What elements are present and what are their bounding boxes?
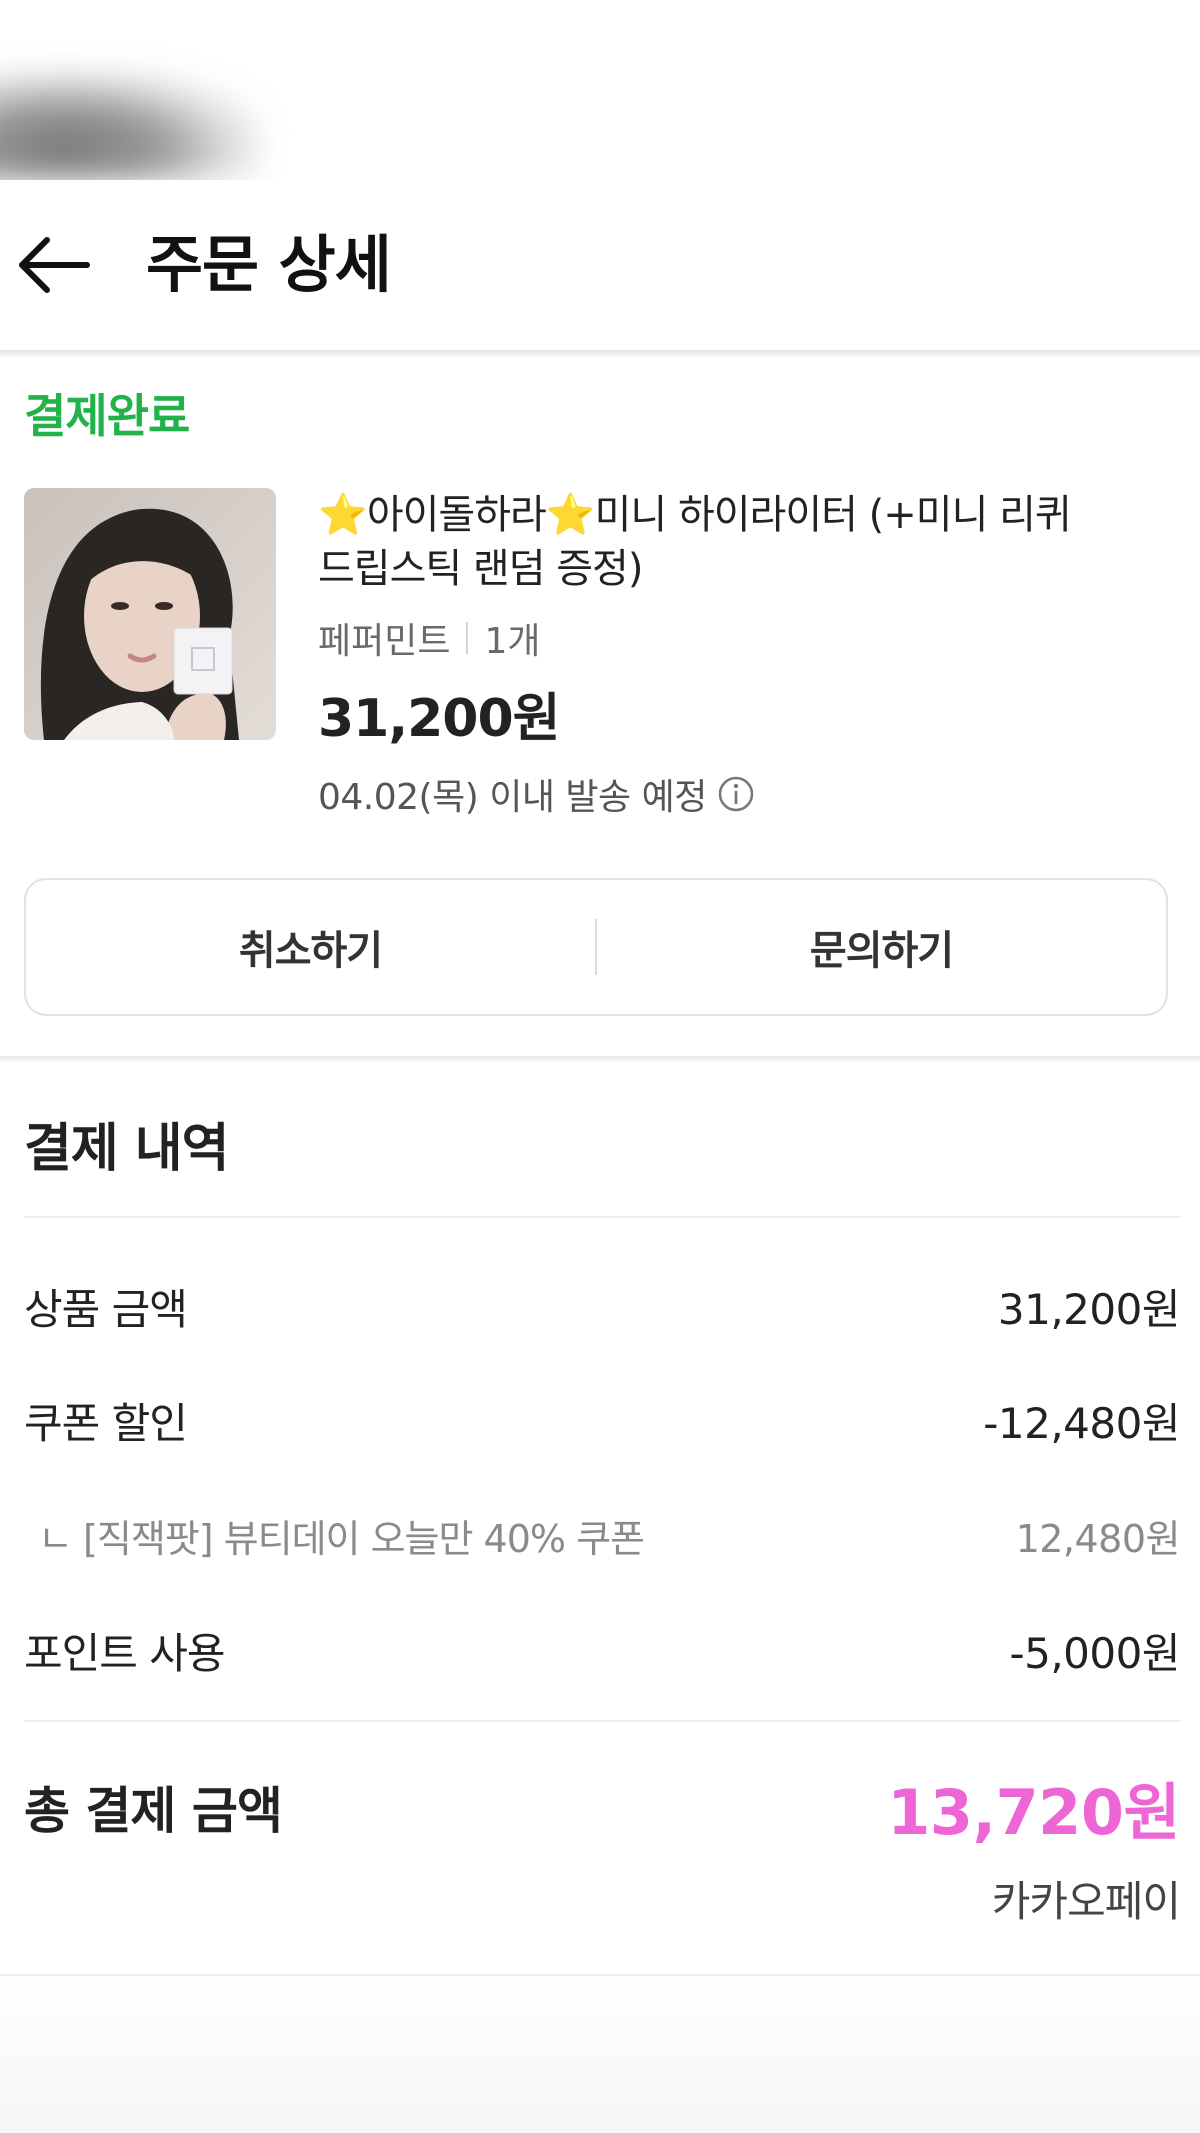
header-divider: [0, 350, 1200, 358]
app-header: 주문 상세: [0, 180, 1200, 350]
blurred-status-content: [0, 70, 260, 180]
info-icon[interactable]: [717, 775, 755, 813]
product-thumbnail[interactable]: [24, 488, 276, 740]
product-name-line-1: ⭐아이돌하라⭐미니 하이라이터 (+미니 리퀴: [318, 488, 1178, 542]
point-usage-row: 포인트 사용 -5,000원: [24, 1620, 1180, 1681]
star-icon: ⭐: [318, 492, 368, 538]
coupon-discount-row: 쿠폰 할인 -12,480원: [24, 1390, 1180, 1451]
page-title: 주문 상세: [146, 228, 392, 301]
point-usage-value: -5,000원: [1009, 1629, 1180, 1678]
product-amount-value: 31,200원: [997, 1285, 1181, 1334]
coupon-detail-label: ㄴ [직잭팟] 뷰티데이 오늘만 40% 쿠폰: [38, 1517, 645, 1561]
total-payment-value: 13,720원: [887, 1776, 1180, 1849]
product-name-line-2: 드립스틱 랜덤 증정): [318, 546, 643, 592]
status-bar: [0, 0, 1200, 180]
payment-method: 카카오페이: [991, 1877, 1181, 1926]
product-image: [24, 488, 276, 740]
product-price: 31,200원: [318, 689, 561, 749]
product-name-text-2: 미니 하이라이터 (+미니 리퀴: [594, 492, 1072, 538]
coupon-discount-value: -12,480원: [983, 1399, 1180, 1448]
inquiry-button[interactable]: 문의하기: [597, 880, 1166, 1014]
order-actions: 취소하기 문의하기: [24, 878, 1168, 1016]
product-name-text-1: 아이돌하라: [366, 492, 547, 538]
cancel-button[interactable]: 취소하기: [26, 880, 595, 1014]
bottom-area: [0, 1976, 1200, 2133]
star-icon: ⭐: [545, 492, 596, 538]
back-button[interactable]: [8, 220, 98, 310]
option-separator: [466, 622, 469, 654]
product-option-row: 페퍼민트 1개: [318, 612, 541, 664]
coupon-discount-label: 쿠폰 할인: [24, 1399, 188, 1448]
payment-divider-total: [24, 1720, 1180, 1722]
order-status-label: 결제완료: [24, 389, 190, 443]
order-detail-page: 주문 상세 결제완료 ⭐아이돌하라⭐미니 하이라이터 (+미니 리퀴 드립스틱 …: [0, 0, 1200, 2133]
product-amount-label: 상품 금액: [24, 1285, 188, 1334]
point-usage-label: 포인트 사용: [24, 1629, 226, 1678]
total-payment-row: 총 결제 금액 13,720원: [24, 1762, 1180, 1852]
shipping-date-text: 04.02(목) 이내 발송 예정: [318, 777, 707, 818]
product-option: 페퍼민트: [318, 621, 451, 662]
coupon-detail-row: ㄴ [직잭팟] 뷰티데이 오늘만 40% 쿠폰 12,480원: [24, 1508, 1181, 1563]
payment-section-title: 결제 내역: [24, 1119, 229, 1179]
product-amount-row: 상품 금액 31,200원: [24, 1276, 1181, 1337]
product-quantity: 1개: [484, 621, 541, 662]
coupon-detail-value: 12,480원: [1015, 1517, 1181, 1561]
arrow-left-icon: [19, 237, 90, 293]
section-divider: [0, 1056, 1200, 1064]
total-payment-label: 총 결제 금액: [24, 1782, 283, 1840]
product-name[interactable]: ⭐아이돌하라⭐미니 하이라이터 (+미니 리퀴 드립스틱 랜덤 증정): [318, 488, 1178, 596]
payment-divider-top: [24, 1216, 1180, 1218]
shipping-info: 04.02(목) 이내 발송 예정: [318, 768, 755, 820]
